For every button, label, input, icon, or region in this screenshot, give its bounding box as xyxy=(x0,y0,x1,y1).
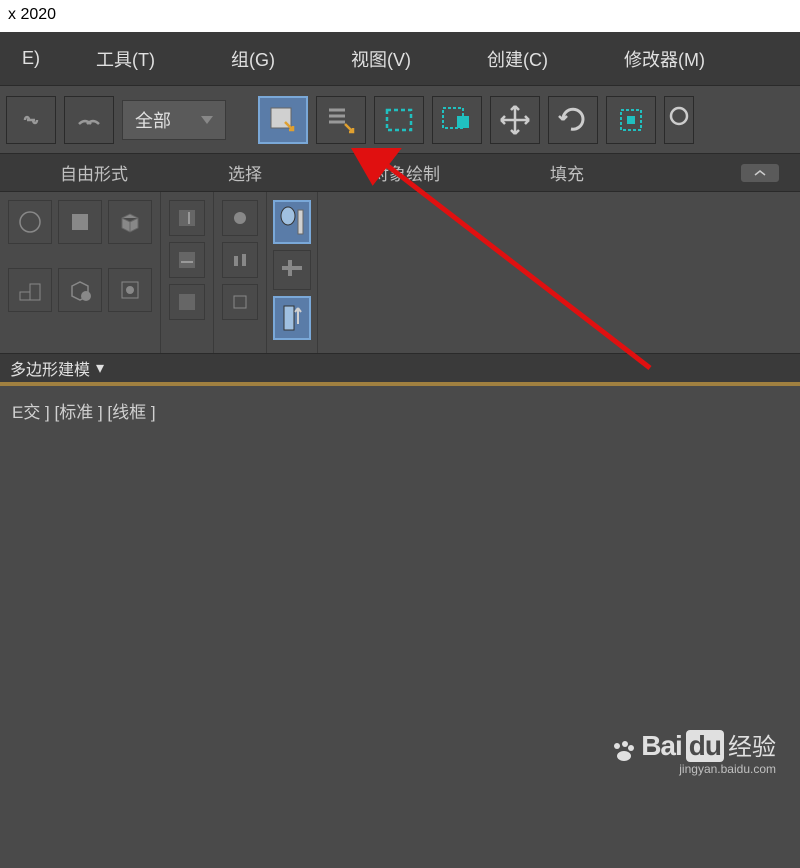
titlebar: x 2020 xyxy=(0,0,800,32)
ribbon-tool-b[interactable] xyxy=(169,242,205,278)
menu-create[interactable]: 创建(C) xyxy=(469,38,566,80)
ribbon-group-modeling xyxy=(0,192,161,353)
additional-tool-button[interactable] xyxy=(664,96,694,144)
viewport[interactable]: E交 ] [标准 ] [线框 ] xyxy=(0,384,800,868)
paw-icon xyxy=(609,738,637,766)
chevron-down-icon xyxy=(201,116,213,124)
modeling-tool-1[interactable] xyxy=(8,200,52,244)
tab-object-paint[interactable]: 对象绘制 xyxy=(352,152,460,193)
select-object-button[interactable] xyxy=(258,96,308,144)
ribbon-group-4 xyxy=(267,192,318,353)
menu-view[interactable]: 视图(V) xyxy=(333,38,429,80)
ribbon-tool-g[interactable] xyxy=(273,250,311,290)
window-crossing-button[interactable] xyxy=(432,96,482,144)
watermark-url: jingyan.baidu.com xyxy=(641,762,776,776)
group-label-text: 多边形建模 xyxy=(10,356,90,380)
ribbon-highlighted-2[interactable] xyxy=(273,296,311,340)
menubar: E) 工具(T) 组(G) 视图(V) 创建(C) 修改器(M) xyxy=(0,32,800,86)
watermark: Bai du 经验 jingyan.baidu.com xyxy=(609,727,776,776)
ribbon-tool-e[interactable] xyxy=(222,242,258,278)
ribbon-tool-d[interactable] xyxy=(222,200,258,236)
ribbon-group-label: 多边形建模 ▾ xyxy=(0,354,800,384)
ribbon-tool-c[interactable] xyxy=(169,284,205,320)
ribbon-tabs: 自由形式 选择 对象绘制 填充 xyxy=(0,154,800,192)
scale-button[interactable] xyxy=(606,96,656,144)
ribbon-highlighted-1[interactable] xyxy=(273,200,311,244)
watermark-suffix: 经验 xyxy=(728,727,776,762)
menu-edit[interactable]: E) xyxy=(4,40,58,77)
collapse-ribbon-button[interactable] xyxy=(740,163,780,183)
viewport-label[interactable]: E交 ] [标准 ] [线框 ] xyxy=(12,403,156,422)
tab-freeform[interactable]: 自由形式 xyxy=(40,152,148,193)
app-title: x 2020 xyxy=(8,6,56,23)
watermark-brand-1: Bai xyxy=(641,730,682,762)
tab-populate[interactable]: 填充 xyxy=(530,152,604,193)
modeling-tool-4[interactable] xyxy=(8,268,52,312)
modeling-tool-3[interactable] xyxy=(108,200,152,244)
ribbon-tool-f[interactable] xyxy=(222,284,258,320)
modeling-tool-5[interactable] xyxy=(58,268,102,312)
ribbon-tool-a[interactable] xyxy=(169,200,205,236)
link-button[interactable] xyxy=(6,96,56,144)
main-toolbar: 全部 xyxy=(0,86,800,154)
select-by-name-button[interactable] xyxy=(316,96,366,144)
tab-selection[interactable]: 选择 xyxy=(208,152,282,193)
rotate-button[interactable] xyxy=(548,96,598,144)
selection-filter-dropdown[interactable]: 全部 xyxy=(122,100,226,140)
modeling-tool-6[interactable] xyxy=(108,268,152,312)
filter-label: 全部 xyxy=(135,107,171,133)
ribbon-group-2 xyxy=(161,192,214,353)
menu-modifiers[interactable]: 修改器(M) xyxy=(606,38,723,80)
menu-group[interactable]: 组(G) xyxy=(213,38,293,80)
move-button[interactable] xyxy=(490,96,540,144)
rectangular-selection-button[interactable] xyxy=(374,96,424,144)
chevron-down-icon[interactable]: ▾ xyxy=(96,358,104,378)
watermark-brand-2: du xyxy=(686,730,724,762)
unlink-button[interactable] xyxy=(64,96,114,144)
ribbon-group-3 xyxy=(214,192,267,353)
modeling-tool-2[interactable] xyxy=(58,200,102,244)
ribbon-panel xyxy=(0,192,800,354)
menu-tools[interactable]: 工具(T) xyxy=(78,38,173,80)
